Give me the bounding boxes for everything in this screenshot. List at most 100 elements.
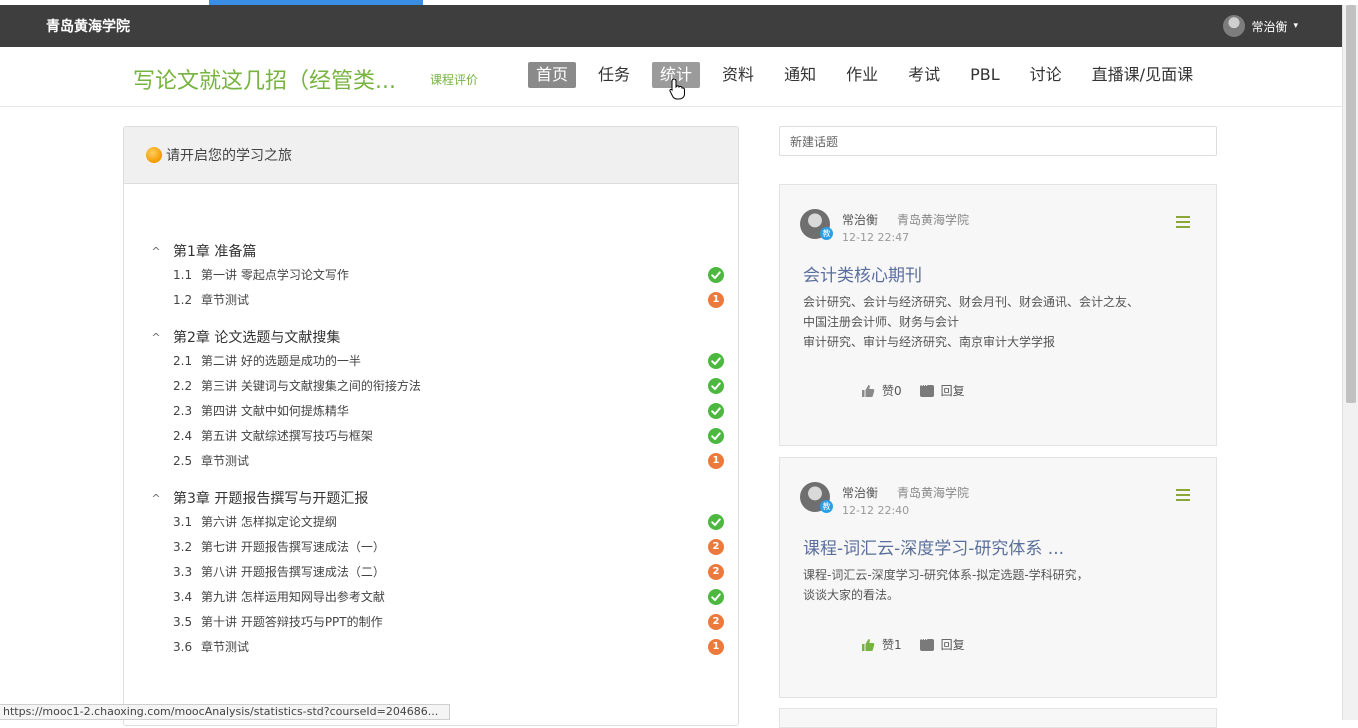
post-title[interactable]: 课程-词汇云-深度学习-研究体系 ...	[803, 534, 1064, 559]
course-eval-link[interactable]: 课程评价	[430, 71, 478, 88]
chapter-title-text: 第2章 论文选题与文献搜集	[173, 330, 341, 346]
post-time: 12-12 22:47	[842, 231, 910, 244]
school-name: 青岛黄海学院	[46, 19, 130, 35]
like-button[interactable]: 赞0	[861, 382, 902, 399]
chevron-up-icon[interactable]: ^	[149, 331, 163, 344]
lesson-number: 2.3	[173, 403, 193, 418]
task-count-badge: 1	[708, 639, 724, 655]
new-topic-input[interactable]: 新建话题	[779, 126, 1217, 156]
post-body: 会计研究、会计与经济研究、财会月刊、财会通讯、会计之友、 中国注册会计师、财务与会…	[803, 292, 1198, 352]
task-count-badge: 1	[708, 453, 724, 469]
lesson-item[interactable]: 2.2 第三讲 关键词与文献搜集之间的衔接方法	[149, 373, 738, 398]
scrollbar[interactable]	[1342, 5, 1358, 720]
tab-0[interactable]: 首页	[528, 62, 577, 88]
reply-button[interactable]: 回复	[919, 381, 965, 399]
tab-3[interactable]: 资料	[714, 62, 762, 88]
tab-9[interactable]: 直播课/见面课	[1084, 62, 1201, 88]
thumb-up-icon	[862, 384, 875, 397]
menu-icon[interactable]	[1176, 489, 1190, 504]
menu-icon[interactable]	[1176, 216, 1190, 231]
lesson-item[interactable]: 1.2 章节测试 1	[149, 287, 738, 312]
chevron-up-icon[interactable]: ^	[149, 245, 163, 258]
like-count: 赞1	[882, 638, 902, 652]
lesson-item[interactable]: 3.4 第九讲 怎样运用知网导出参考文献	[149, 584, 738, 609]
tab-4[interactable]: 通知	[776, 62, 824, 88]
lesson-number: 3.6	[173, 639, 193, 654]
post-body: 课程-词汇云-深度学习-研究体系-拟定选题-学科研究， 谈谈大家的看法。	[803, 565, 1198, 605]
tab-7[interactable]: PBL	[962, 62, 1008, 88]
lesson-number: 2.4	[173, 428, 193, 443]
scrollbar-thumb[interactable]	[1346, 5, 1356, 403]
reply-button[interactable]: 回复	[919, 635, 965, 653]
lesson-number: 3.4	[173, 589, 193, 604]
post-card: 教 常治衡 青岛黄海学院 12-12 22:47 会计类核心期刊 会计研究、会计…	[779, 184, 1217, 446]
lesson-title: 第九讲 怎样运用知网导出参考文献	[201, 590, 385, 604]
reply-label: 回复	[940, 384, 965, 398]
post-actions: 赞1 回复	[861, 635, 983, 653]
lesson-number: 2.2	[173, 378, 193, 393]
chapter-panel: 请开启您的学习之旅 ^ 第1章 准备篇 1.1 第一讲 零起点学习论文写作 1.2 章节测…	[123, 126, 739, 726]
nav-tabs: 首页 任务 统计 资料 通知 作业 考试 PBL 讨论 直播课/见面课	[528, 62, 1215, 88]
lesson-item[interactable]: 2.1 第二讲 好的选题是成功的一半	[149, 348, 738, 373]
user-menu[interactable]: 常治衡 ▾	[1223, 15, 1298, 37]
lesson-item[interactable]: 3.1 第六讲 怎样拟定论文提纲	[149, 509, 738, 534]
lesson-number: 3.5	[173, 614, 193, 629]
lesson-number: 3.3	[173, 564, 193, 579]
lesson-title: 章节测试	[201, 293, 250, 307]
like-button[interactable]: 赞1	[861, 636, 902, 653]
lesson-number: 2.1	[173, 353, 193, 368]
post-title[interactable]: 会计类核心期刊	[803, 261, 922, 286]
chevron-up-icon[interactable]: ^	[149, 492, 163, 505]
lesson-number: 3.1	[173, 514, 193, 529]
user-name: 常治衡	[1251, 19, 1288, 34]
top-bar: 青岛黄海学院 常治衡 ▾	[0, 5, 1342, 47]
lesson-item[interactable]: 2.3 第四讲 文献中如何提炼精华	[149, 398, 738, 423]
reply-icon	[919, 635, 934, 651]
chapter-title-text: 第1章 准备篇	[173, 244, 257, 260]
post-card: 教 常治衡 青岛黄海学院 12-12 22:40 课程-词汇云-深度学习-研究体…	[779, 457, 1217, 698]
lesson-item[interactable]: 3.5 第十讲 开题答辩技巧与PPT的制作 2	[149, 609, 738, 634]
post-time: 12-12 22:40	[842, 504, 910, 517]
chapter-title[interactable]: ^ 第2章 论文选题与文献搜集	[149, 326, 738, 348]
lesson-item[interactable]: 3.6 章节测试 1	[149, 634, 738, 659]
lesson-item[interactable]: 2.4 第五讲 文献综述撰写技巧与框架	[149, 423, 738, 448]
lesson-item[interactable]: 1.1 第一讲 零起点学习论文写作	[149, 262, 738, 287]
lesson-title: 第一讲 零起点学习论文写作	[201, 268, 349, 282]
task-count-badge: 2	[708, 614, 724, 630]
lesson-number: 1.2	[173, 292, 193, 307]
post-body-line: 审计研究、审计与经济研究、南京审计大学学报	[803, 335, 1056, 349]
post-body-line: 谈谈大家的看法。	[803, 588, 900, 602]
orange-dot-icon	[146, 147, 162, 163]
course-title[interactable]: 写论文就这几招（经管类...	[133, 63, 396, 95]
tab-8[interactable]: 讨论	[1022, 62, 1070, 88]
post-list: 教 常治衡 青岛黄海学院 12-12 22:47 会计类核心期刊 会计研究、会计…	[779, 184, 1217, 698]
panel-heading: 请开启您的学习之旅	[166, 148, 292, 164]
chapter-title[interactable]: ^ 第1章 准备篇	[149, 240, 738, 262]
post-author[interactable]: 常治衡	[842, 211, 878, 228]
check-icon	[708, 403, 724, 419]
chapter: ^ 第3章 开题报告撰写与开题汇报 3.1 第六讲 怎样拟定论文提纲 3.2 第七讲 开题…	[149, 487, 738, 659]
tab-5[interactable]: 作业	[838, 62, 886, 88]
tab-6[interactable]: 考试	[900, 62, 948, 88]
tab-1[interactable]: 任务	[590, 62, 638, 88]
teacher-badge: 教	[820, 500, 833, 513]
post-body-line: 会计研究、会计与经济研究、财会月刊、财会通讯、会计之友、	[803, 295, 1140, 309]
post-card-partial	[779, 708, 1217, 728]
lesson-title: 章节测试	[201, 454, 250, 468]
lesson-number: 2.5	[173, 453, 193, 468]
lesson-number: 1.1	[173, 267, 193, 282]
lesson-item[interactable]: 2.5 章节测试 1	[149, 448, 738, 473]
post-author[interactable]: 常治衡	[842, 484, 878, 501]
chapter: ^ 第2章 论文选题与文献搜集 2.1 第二讲 好的选题是成功的一半 2.2 第三讲 关键…	[149, 326, 738, 473]
status-url: https://mooc1-2.chaoxing.com/moocAnalysi…	[0, 704, 450, 720]
task-count-badge: 2	[708, 564, 724, 580]
chapter-title[interactable]: ^ 第3章 开题报告撰写与开题汇报	[149, 487, 738, 509]
reply-label: 回复	[940, 638, 965, 652]
post-body-line: 课程-词汇云-深度学习-研究体系-拟定选题-学科研究，	[803, 568, 1089, 582]
chapter: ^ 第1章 准备篇 1.1 第一讲 零起点学习论文写作 1.2 章节测试 1	[149, 240, 738, 312]
lesson-item[interactable]: 3.2 第七讲 开题报告撰写速成法（一） 2	[149, 534, 738, 559]
thumb-up-icon	[862, 638, 875, 651]
lesson-title: 第六讲 怎样拟定论文提纲	[201, 515, 337, 529]
chapter-title-text: 第3章 开题报告撰写与开题汇报	[173, 491, 369, 507]
lesson-item[interactable]: 3.3 第八讲 开题报告撰写速成法（二） 2	[149, 559, 738, 584]
